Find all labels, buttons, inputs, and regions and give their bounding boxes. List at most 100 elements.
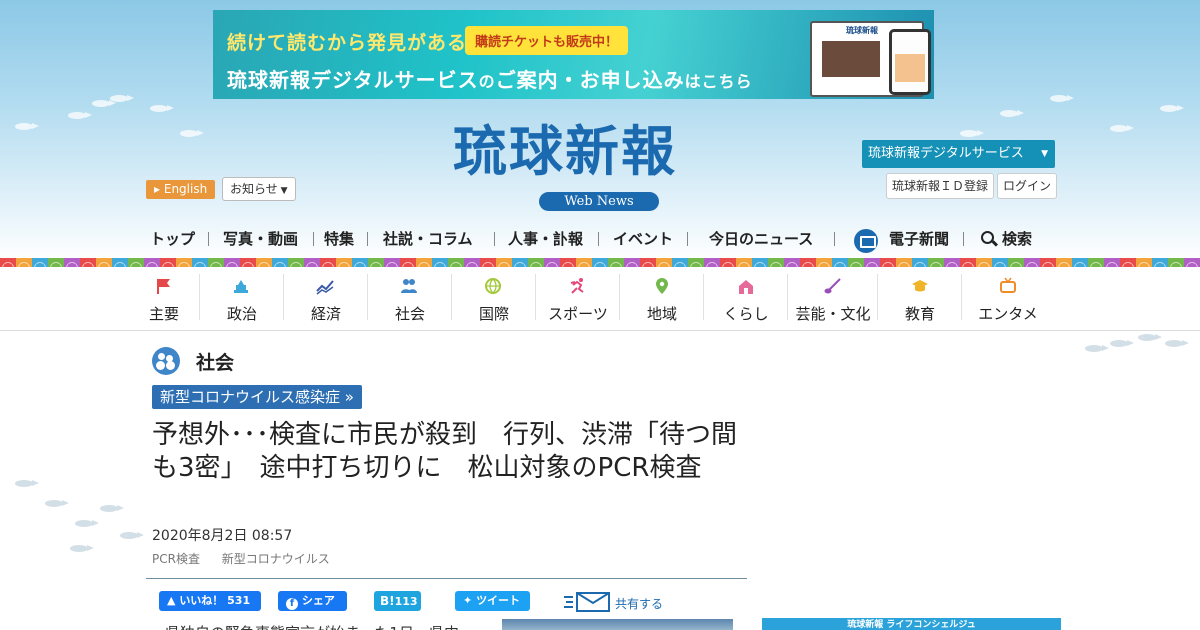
sidebar-banner[interactable]: 琉球新報 ライフコンシェルジュ: [762, 618, 1061, 630]
section-title[interactable]: 社会: [196, 348, 234, 375]
notice-label: お知らせ: [230, 182, 278, 196]
sanshin-icon: [824, 278, 841, 294]
fish-decoration: [100, 505, 124, 512]
nav-separator: [963, 232, 964, 246]
category-politics[interactable]: 政治: [222, 267, 262, 331]
facebook-share-button[interactable]: f シェア: [278, 591, 347, 611]
banner-main-small: の: [478, 72, 496, 91]
people-icon: [152, 347, 180, 375]
category-living[interactable]: くらし: [721, 267, 771, 331]
mortarboard-icon: [912, 280, 928, 292]
banner-main-text: 琉球新報デジタルサービスのご案内・お申し込みはこちら: [227, 64, 753, 93]
article-photo[interactable]: [502, 619, 733, 630]
category-separator: [535, 274, 536, 320]
nav-e-newspaper[interactable]: 電子新聞: [889, 226, 949, 252]
fish-decoration: [1110, 125, 1134, 132]
people-icon: [401, 279, 417, 293]
english-button[interactable]: ▸ English: [146, 180, 216, 199]
facebook-like-button[interactable]: ▲ いいね！ 531: [159, 591, 261, 611]
fish-decoration: [120, 532, 144, 539]
fish-decoration: [15, 123, 39, 130]
phone-illustration: [889, 29, 931, 95]
digital-service-banner[interactable]: 続けて読むから発見がある 購読チケットも販売中！ 琉球新報デジタルサービスのご案…: [213, 10, 934, 99]
pin-icon: [656, 278, 668, 294]
nav-separator: [687, 232, 688, 246]
main-navigation: トップ 写真・動画 特集 社説・コラム 人事・訃報 イベント 今日のニュース 電…: [0, 226, 1200, 252]
tweet-label: ツイート: [476, 594, 521, 607]
caret-down-icon: ▼: [1041, 149, 1048, 159]
login-button[interactable]: ログイン: [997, 173, 1058, 199]
hatena-bookmark-button[interactable]: B!113: [374, 591, 421, 611]
nav-editorial[interactable]: 社説・コラム: [383, 226, 473, 252]
category-label: 芸能・文化: [795, 305, 871, 323]
fish-decoration: [92, 100, 116, 107]
category-international[interactable]: 国際: [474, 267, 514, 331]
category-label: 社会: [394, 305, 425, 323]
category-separator: [451, 274, 452, 320]
nav-separator: [598, 232, 599, 246]
category-society[interactable]: 社会: [390, 267, 430, 331]
banner-main-prefix: 琉球新報デジタルサービス: [227, 68, 479, 92]
category-region[interactable]: 地域: [642, 267, 682, 331]
nav-features[interactable]: 特集: [324, 226, 354, 252]
category-culture[interactable]: 芸能・文化: [793, 267, 873, 331]
tag-link[interactable]: PCR検査: [152, 552, 200, 566]
tag-link[interactable]: 新型コロナウイルス: [222, 552, 330, 566]
fish-decoration: [15, 480, 39, 487]
trend-icon: [316, 280, 334, 295]
mail-share-icon[interactable]: [563, 591, 611, 613]
search-icon[interactable]: [981, 231, 994, 244]
article-tags: PCR検査 新型コロナウイルス: [152, 550, 348, 567]
category-entertainment[interactable]: エンタメ: [976, 267, 1040, 331]
fish-decoration: [1050, 95, 1074, 102]
notice-dropdown[interactable]: お知らせ ▼: [222, 177, 296, 201]
digital-service-dropdown[interactable]: 琉球新報デジタルサービス ▼: [862, 140, 1055, 168]
nav-events[interactable]: イベント: [613, 226, 673, 252]
facebook-icon: f: [286, 598, 298, 610]
category-main[interactable]: 主要: [148, 267, 180, 331]
flag-icon: [157, 279, 170, 294]
article-headline: 予想外･･･検査に市民が殺到 行列、渋滞「待つ間も3密」 途中打ち切りに 松山対…: [152, 420, 738, 483]
category-education[interactable]: 教育: [900, 267, 940, 331]
nav-separator: [367, 232, 368, 246]
fish-decoration: [1165, 340, 1189, 347]
e-newspaper-icon[interactable]: [854, 229, 878, 253]
category-label: くらし: [723, 305, 769, 323]
category-economy[interactable]: 経済: [306, 267, 346, 331]
nav-todays-news[interactable]: 今日のニュース: [709, 226, 813, 252]
fish-decoration: [960, 130, 984, 137]
digital-service-label: 琉球新報デジタルサービス: [868, 146, 1024, 161]
category-label: 経済: [310, 305, 341, 323]
nav-separator: [208, 232, 209, 246]
fish-decoration: [1138, 334, 1162, 341]
share-label[interactable]: 共有する: [615, 595, 663, 612]
nav-personnel[interactable]: 人事・訃報: [508, 226, 583, 252]
caret-down-icon: ▼: [277, 186, 288, 196]
device-brand: 琉球新報: [846, 26, 878, 35]
category-separator: [283, 274, 284, 320]
nav-top[interactable]: トップ: [150, 226, 195, 252]
nav-separator: [313, 232, 314, 246]
category-separator: [619, 274, 620, 320]
category-label: エンタメ: [978, 305, 1038, 323]
nav-photo-video[interactable]: 写真・動画: [223, 226, 298, 252]
nav-separator: [494, 232, 495, 246]
article-date: 2020年8月2日 08:57: [152, 528, 293, 544]
category-sports[interactable]: スポーツ: [545, 267, 611, 331]
fish-decoration: [70, 545, 94, 552]
category-separator: [199, 274, 200, 320]
category-label: 政治: [226, 305, 257, 323]
tv-icon: [1000, 277, 1016, 293]
fish-decoration: [45, 500, 69, 507]
topic-tag[interactable]: 新型コロナウイルス感染症 »: [152, 385, 362, 409]
site-logo[interactable]: 琉球新報: [453, 124, 677, 178]
nav-separator: [834, 232, 835, 246]
category-navigation: 主要 政治 経済 社会 国際 スポーツ 地域 くらし 芸能・文化 教育 エンタメ: [0, 267, 1200, 331]
tweet-button[interactable]: ✦ ツイート: [455, 591, 530, 611]
divider: [146, 578, 747, 579]
nav-search[interactable]: 検索: [1002, 226, 1032, 252]
banner-main-mid: ご案内・お申し込み: [495, 68, 685, 92]
fish-decoration: [75, 520, 99, 527]
fish-decoration: [1110, 340, 1134, 347]
id-register-button[interactable]: 琉球新報ＩＤ登録: [886, 173, 995, 199]
